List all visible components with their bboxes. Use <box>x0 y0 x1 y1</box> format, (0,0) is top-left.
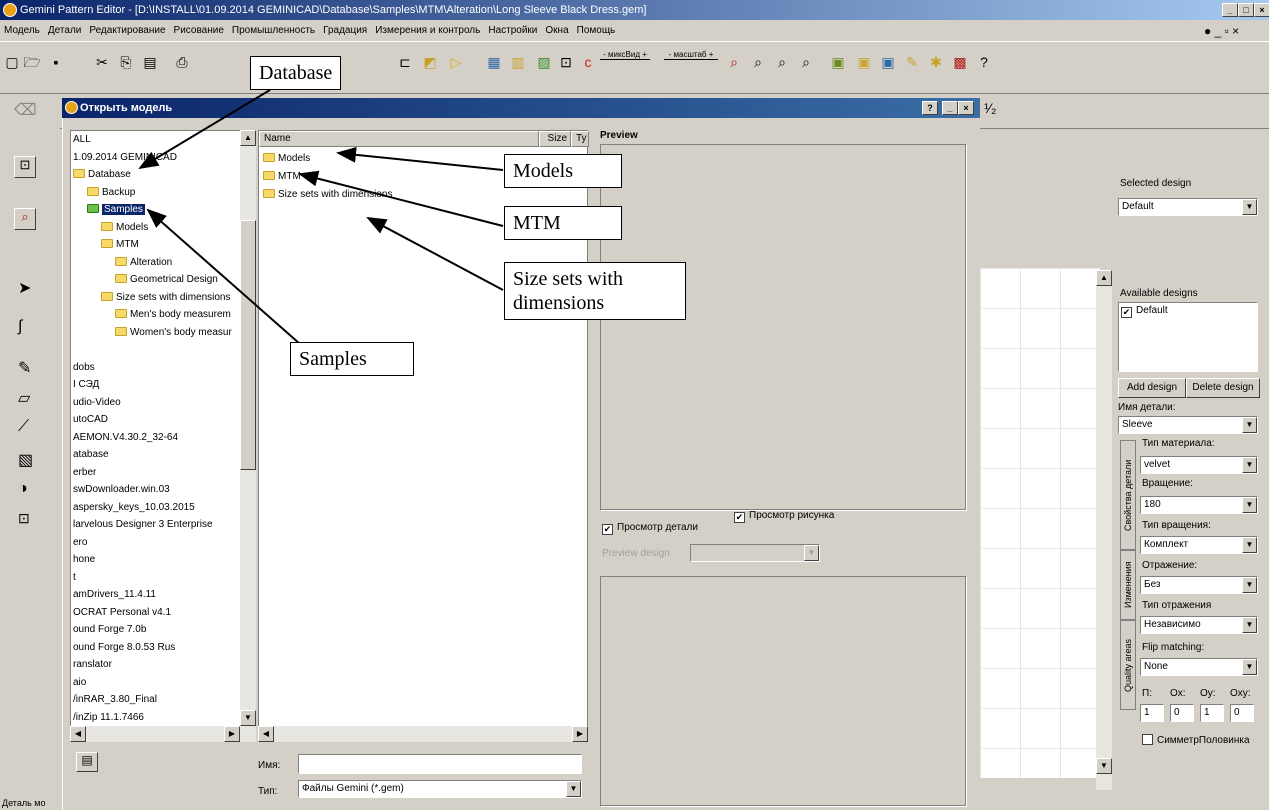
arrow-models <box>336 146 504 171</box>
arrow-mtm <box>298 170 504 227</box>
callout-arrows <box>138 89 504 345</box>
callout-database: Database <box>250 56 342 90</box>
callout-mtm: MTM <box>504 206 622 240</box>
callout-samples: Samples <box>290 342 414 376</box>
arrow-size-sets <box>366 217 504 291</box>
arrow-samples <box>146 208 301 345</box>
callout-size-sets: Size sets with dimensions <box>504 262 686 320</box>
callout-models: Models <box>504 154 622 188</box>
arrow-database <box>138 89 271 170</box>
